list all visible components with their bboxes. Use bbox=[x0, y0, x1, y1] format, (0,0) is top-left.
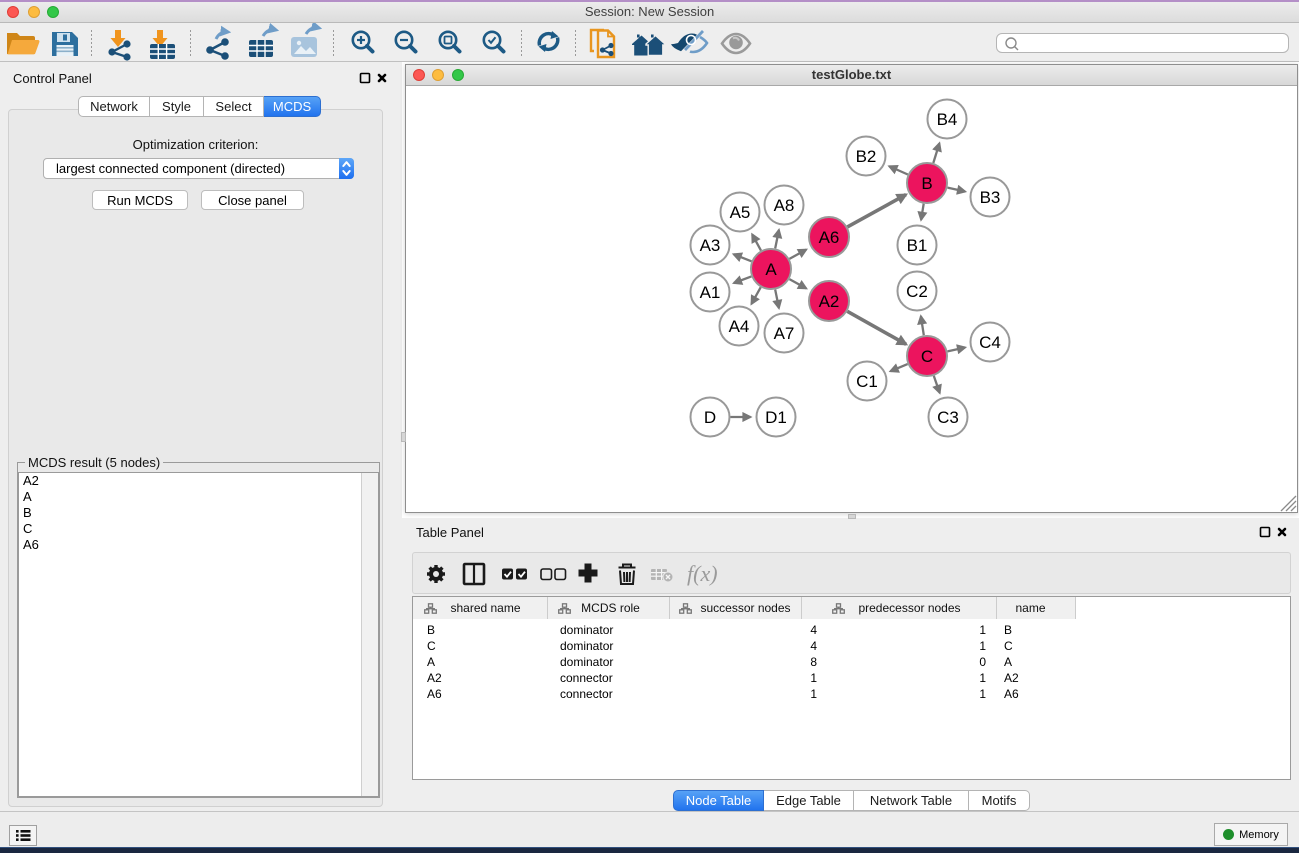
svg-text:B4: B4 bbox=[937, 110, 958, 129]
svg-text:B3: B3 bbox=[980, 188, 1001, 207]
svg-text:C: C bbox=[921, 347, 933, 366]
svg-text:D1: D1 bbox=[765, 408, 787, 427]
svg-text:A8: A8 bbox=[774, 196, 795, 215]
svg-text:A2: A2 bbox=[819, 292, 840, 311]
svg-text:C4: C4 bbox=[979, 333, 1001, 352]
svg-text:A5: A5 bbox=[730, 203, 751, 222]
svg-text:A6: A6 bbox=[819, 228, 840, 247]
svg-text:A3: A3 bbox=[700, 236, 721, 255]
svg-text:C1: C1 bbox=[856, 372, 878, 391]
svg-text:D: D bbox=[704, 408, 716, 427]
svg-text:A: A bbox=[765, 260, 777, 279]
svg-text:B1: B1 bbox=[907, 236, 928, 255]
svg-text:B: B bbox=[921, 174, 932, 193]
svg-text:C3: C3 bbox=[937, 408, 959, 427]
svg-text:f(x): f(x) bbox=[687, 561, 718, 586]
svg-text:A4: A4 bbox=[729, 317, 750, 336]
svg-text:A1: A1 bbox=[700, 283, 721, 302]
svg-text:C2: C2 bbox=[906, 282, 928, 301]
svg-text:B2: B2 bbox=[856, 147, 877, 166]
svg-text:A7: A7 bbox=[774, 324, 795, 343]
